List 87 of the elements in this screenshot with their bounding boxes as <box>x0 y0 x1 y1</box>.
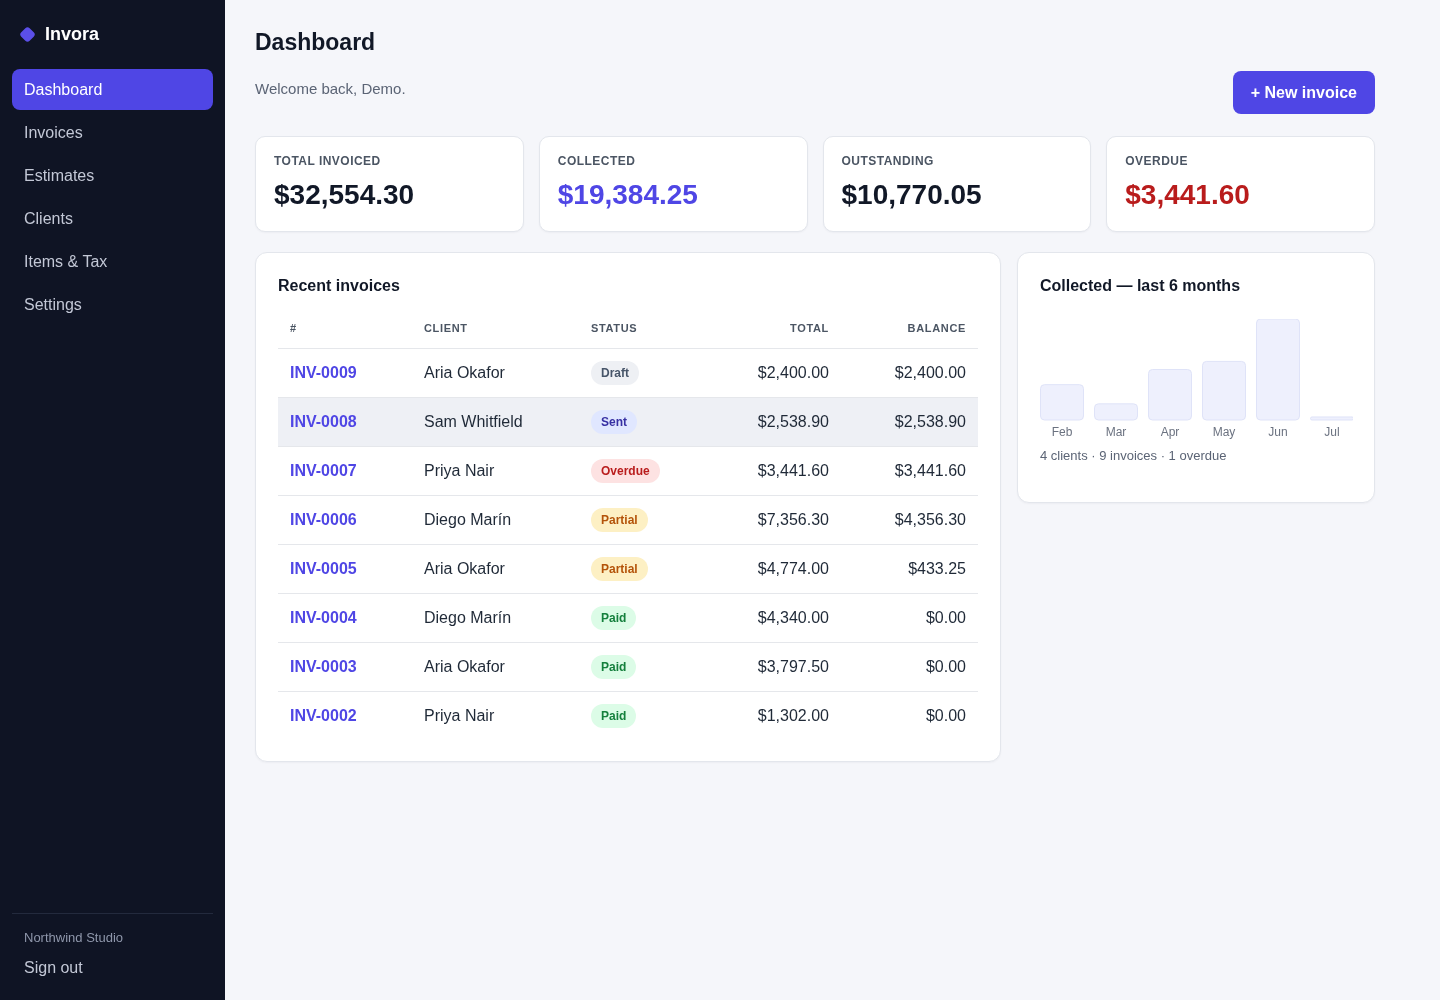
table-cell: $3,441.60 <box>709 446 841 496</box>
table-cell: Diego Marín <box>412 495 579 545</box>
invoice-link[interactable]: INV-0007 <box>290 462 357 479</box>
sidebar-item[interactable]: Clients <box>12 198 213 239</box>
summary-text: 4 clients · 9 invoices · 1 overdue <box>1040 447 1228 465</box>
page-title: Dashboard <box>255 28 377 56</box>
stat-label: OUTSTANDING <box>841 154 935 168</box>
column-header: # <box>278 307 412 349</box>
table-cell: $433.25 <box>841 544 978 594</box>
sidebar-item[interactable]: Settings <box>12 284 213 325</box>
column-header: TOTAL <box>709 307 841 349</box>
table-row[interactable]: INV-0003 Aria Okafor Paid $3,797.50 $0.00 <box>278 642 978 692</box>
sidebar-item[interactable]: Estimates <box>12 155 213 196</box>
table-cell: $7,356.30 <box>709 495 841 545</box>
table-cell: $0.00 <box>841 593 978 643</box>
status-badge: Sent <box>591 410 637 434</box>
axis-label: Jun <box>1268 425 1288 439</box>
table-cell: Priya Nair <box>412 446 579 496</box>
status-badge: Paid <box>591 704 637 728</box>
table-cell: Aria Okafor <box>412 642 579 692</box>
table-row[interactable]: INV-0007 Priya Nair Overdue $3,441.60 $3,441.60 <box>278 446 978 496</box>
table-cell: Aria Okafor <box>412 544 579 594</box>
stat-value: $19,384.25 <box>557 179 699 211</box>
bar <box>1094 403 1138 421</box>
diamond-logo-icon <box>19 25 36 43</box>
table-cell: $4,340.00 <box>709 593 841 643</box>
column-header: BALANCE <box>841 307 978 349</box>
column-header: CLIENT <box>412 307 579 349</box>
status-badge: Paid <box>591 655 637 679</box>
axis-label: Feb <box>1051 425 1073 439</box>
table-cell: $2,538.90 <box>841 397 978 447</box>
table-cell: $0.00 <box>841 642 978 692</box>
table-row[interactable]: INV-0006 Diego Marín Partial $7,356.30 $4,356.30 <box>278 495 978 545</box>
welcome-text: Welcome back, Demo. <box>255 79 406 99</box>
workspace-name: Northwind Studio <box>24 930 124 946</box>
table-row[interactable]: INV-0009 Aria Okafor Draft $2,400.00 $2,400.00 <box>278 348 978 398</box>
status-badge: Draft <box>591 361 639 385</box>
invoice-link[interactable]: INV-0009 <box>290 364 357 381</box>
status-badge: Overdue <box>591 459 660 483</box>
table-cell: Priya Nair <box>412 691 579 740</box>
sign-out-link[interactable]: Sign out <box>24 958 83 978</box>
table-cell: $4,356.30 <box>841 495 978 545</box>
stat-value: $3,441.60 <box>1125 179 1251 211</box>
axis-label: Mar <box>1105 425 1127 439</box>
bar <box>1310 416 1353 421</box>
bar <box>1202 360 1246 421</box>
invoice-link[interactable]: INV-0003 <box>290 658 357 675</box>
axis-label: Jul <box>1324 425 1340 439</box>
table-cell: $3,441.60 <box>841 446 978 496</box>
new-invoice-button[interactable]: + New invoice <box>1232 71 1375 114</box>
invoice-link[interactable]: INV-0002 <box>290 707 357 724</box>
status-badge: Paid <box>591 606 637 630</box>
sidebar-item[interactable]: Dashboard <box>12 69 213 110</box>
sidebar-item[interactable]: Invoices <box>12 112 213 153</box>
table-cell: $4,774.00 <box>709 544 841 594</box>
table-cell: Sam Whitfield <box>412 397 579 447</box>
invoice-link[interactable]: INV-0004 <box>290 609 357 626</box>
status-badge: Partial <box>591 508 648 532</box>
brand-name: Invora <box>45 23 100 45</box>
table-cell: $2,400.00 <box>841 348 978 398</box>
table-cell: $0.00 <box>841 691 978 740</box>
table-row[interactable]: INV-0005 Aria Okafor Partial $4,774.00 $433.25 <box>278 544 978 594</box>
table-cell: $2,538.90 <box>709 397 841 447</box>
table-cell: Diego Marín <box>412 593 579 643</box>
axis-label: May <box>1212 425 1236 439</box>
invoice-link[interactable]: INV-0005 <box>290 560 357 577</box>
column-header: STATUS <box>579 307 709 349</box>
stat-value: $10,770.05 <box>841 179 983 211</box>
bar <box>1040 384 1084 421</box>
sidebar-item[interactable]: Items & Tax <box>12 241 213 282</box>
table-cell: $2,400.00 <box>709 348 841 398</box>
stat-label: COLLECTED <box>557 154 637 168</box>
stat-value: $32,554.30 <box>274 179 416 211</box>
invoice-link[interactable]: INV-0008 <box>290 413 357 430</box>
table-row[interactable]: INV-0008 Sam Whitfield Sent $2,538.90 $2,538.90 <box>278 397 978 447</box>
table-row[interactable]: INV-0004 Diego Marín Paid $4,340.00 $0.00 <box>278 593 978 643</box>
status-badge: Partial <box>591 557 648 581</box>
stat-label: TOTAL INVOICED <box>274 154 382 168</box>
table-cell: $3,797.50 <box>709 642 841 692</box>
axis-label: Apr <box>1160 425 1180 439</box>
bar <box>1148 369 1192 421</box>
card-title: Recent invoices <box>278 276 401 296</box>
chart-title: Collected — last 6 months <box>1040 276 1242 296</box>
stat-label: OVERDUE <box>1125 154 1189 168</box>
table-cell: $1,302.00 <box>709 691 841 740</box>
invoice-link[interactable]: INV-0006 <box>290 511 357 528</box>
table-cell: Aria Okafor <box>412 348 579 398</box>
